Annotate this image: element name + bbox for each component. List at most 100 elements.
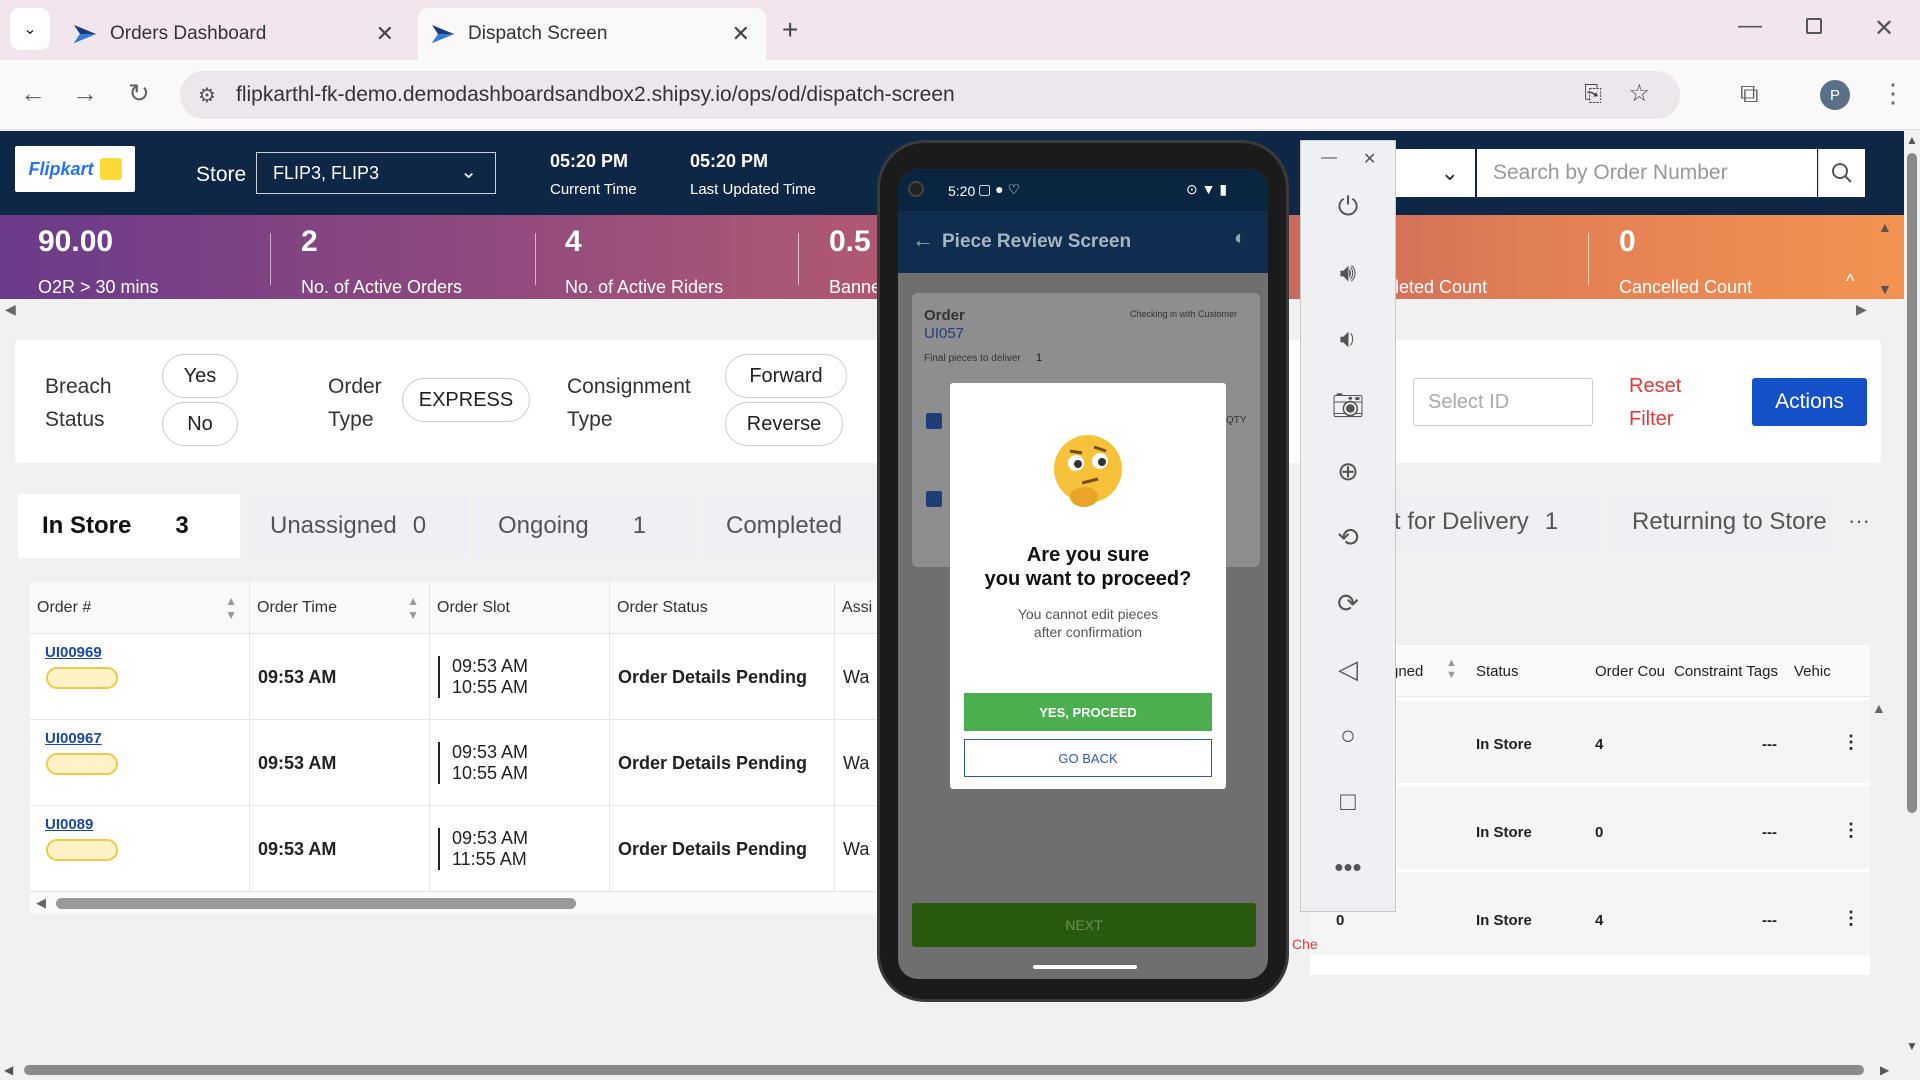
col-order-time[interactable]: Order Time ▲ ▼ [250, 582, 430, 634]
sort-icon[interactable]: ▲ ▼ [1446, 657, 1457, 681]
browser-menu-icon[interactable]: ⋮ [1880, 78, 1906, 109]
stats-scroll-up-icon[interactable]: ▲ [1878, 219, 1892, 235]
site-info-icon[interactable]: ⚙ [198, 83, 216, 108]
emulator-close-icon[interactable]: ✕ [1363, 149, 1376, 169]
row-menu-icon[interactable]: ⋮ [1842, 732, 1860, 753]
android-overview-icon[interactable]: □ [1330, 783, 1366, 819]
tab-orders-dashboard[interactable]: Orders Dashboard ✕ [60, 8, 410, 60]
row-menu-icon[interactable]: ⋮ [1842, 908, 1860, 929]
col-order-slot: Order Slot [430, 582, 610, 634]
go-back-button[interactable]: GO BACK [964, 739, 1212, 777]
store-select[interactable]: FLIP3, FLIP3 ⌄ [256, 152, 496, 194]
new-tab-icon[interactable]: + [782, 14, 798, 46]
horizontal-scroll-thumb[interactable] [24, 1065, 1864, 1075]
consignment-reverse-chip[interactable]: Reverse [725, 402, 843, 446]
back-icon[interactable]: ← [20, 78, 46, 109]
sort-icon[interactable]: ▲ ▼ [225, 594, 237, 622]
breach-no-chip[interactable]: No [162, 402, 238, 446]
table-row[interactable]: UI00969 09:53 AM 09:53 AM 10:55 AM Order … [30, 634, 880, 720]
tab-search-button[interactable]: ⌄ [10, 8, 50, 50]
url-bar[interactable]: ⚙ flipkarthl-fk-demo.demodashboardsandbo… [180, 71, 1680, 119]
close-tab-icon[interactable]: ✕ [376, 21, 394, 47]
flipkart-logo: Flipkart [15, 146, 135, 192]
piece-checkbox-1[interactable] [926, 413, 942, 429]
col-order-count-header: Order Cou [1595, 663, 1666, 680]
select-id-input[interactable]: Select ID [1413, 378, 1593, 426]
phone-status-bar: 5:20 ▢ ● ♡ ⊙ ▼ ▮ [898, 169, 1268, 211]
minimize-window-icon[interactable]: — [1738, 12, 1762, 40]
order-search-input[interactable]: Search by Order Number [1477, 149, 1817, 197]
extensions-icon[interactable]: ⧉ [1740, 78, 1759, 110]
table-row[interactable]: UI00967 09:53 AM 09:53 AM 10:55 AM Order … [30, 720, 880, 806]
rotate-right-icon[interactable]: ⟳ [1330, 585, 1366, 621]
scroll-left-icon[interactable]: ◀ [5, 301, 16, 318]
android-back-icon[interactable]: ◁ [1330, 651, 1366, 687]
scroll-right-icon[interactable]: ▶ [1880, 1063, 1889, 1077]
row-menu-icon[interactable]: ⋮ [1842, 820, 1860, 841]
profile-avatar[interactable]: P [1820, 80, 1850, 110]
back-arrow-icon[interactable]: ← [912, 227, 934, 253]
scroll-left-icon[interactable]: ◀ [4, 1063, 13, 1077]
reset-filter-button[interactable]: Reset Filter [1629, 370, 1681, 436]
zoom-icon[interactable]: ⊕ [1330, 453, 1366, 489]
install-app-icon[interactable]: ⎘ [1584, 81, 1602, 107]
order-link[interactable]: UI00969 [45, 644, 102, 661]
close-window-icon[interactable]: ✕ [1874, 14, 1894, 43]
emulator-minimize-icon[interactable]: — [1321, 149, 1337, 167]
col-order-number[interactable]: Order # ▲ ▼ [30, 582, 250, 634]
rider-constraint-tags: --- [1762, 912, 1777, 929]
search-type-dropdown[interactable]: ⌄ [1395, 149, 1475, 197]
bookmark-star-icon[interactable]: ☆ [1628, 79, 1650, 108]
more-options-icon[interactable]: ••• [1330, 849, 1366, 885]
stats-scroll-down-icon[interactable]: ▼ [1878, 281, 1892, 297]
scroll-right-icon[interactable]: ▶ [1856, 301, 1867, 318]
order-link[interactable]: UI0089 [45, 816, 93, 833]
order-link[interactable]: UI00967 [45, 730, 102, 747]
restore-window-icon[interactable] [1806, 18, 1822, 34]
next-button[interactable]: NEXT [912, 903, 1256, 947]
tab-title: Dispatch Screen [468, 23, 608, 44]
headset-icon[interactable]: ◐ [1234, 227, 1246, 250]
close-tab-icon[interactable]: ✕ [732, 21, 750, 47]
vertical-scroll-thumb[interactable] [1907, 153, 1917, 813]
order-type-express-chip[interactable]: EXPRESS [402, 378, 530, 422]
camera-icon[interactable]: 📷︎ [1330, 387, 1366, 423]
table-hscroll[interactable]: ◀ [30, 892, 880, 914]
volume-down-icon[interactable]: 🔉︎ [1330, 321, 1366, 357]
tab-in-store[interactable]: In Store 3 [18, 494, 240, 558]
consignment-forward-chip[interactable]: Forward [725, 354, 847, 398]
scroll-down-icon[interactable]: ▼ [1906, 1039, 1918, 1053]
thinking-face-icon [1054, 435, 1122, 507]
power-icon[interactable]: ⏻ [1330, 189, 1366, 225]
gesture-bar[interactable] [1033, 965, 1137, 969]
consignment-type-label: Consignment Type [567, 375, 691, 431]
piece-checkbox-2[interactable] [926, 491, 942, 507]
android-home-icon[interactable]: ○ [1330, 717, 1366, 753]
search-button[interactable] [1818, 149, 1865, 197]
page-horizontal-scrollbar[interactable]: ◀ ▶ [0, 1060, 1904, 1080]
table-scroll-thumb[interactable] [56, 898, 576, 909]
tab-unassigned[interactable]: Unassigned 0 [246, 494, 468, 558]
scroll-left-icon[interactable]: ◀ [36, 895, 46, 911]
volume-up-icon[interactable]: 🔊︎ [1330, 255, 1366, 291]
breach-yes-chip[interactable]: Yes [162, 354, 238, 398]
order-slot: 09:53 AM 10:55 AM [438, 742, 528, 784]
scroll-up-icon[interactable]: ▲ [1906, 133, 1918, 147]
tab-out-for-delivery[interactable]: t for Delivery 1 [1380, 494, 1602, 550]
yes-proceed-button[interactable]: YES, PROCEED [964, 693, 1212, 731]
actions-button[interactable]: Actions [1752, 378, 1867, 426]
sort-icon[interactable]: ▲ ▼ [407, 594, 419, 622]
status-notification-icons: ▢ ● ♡ [978, 181, 1021, 197]
tab-returning-to-store[interactable]: Returning to Store [1608, 494, 1830, 550]
forward-icon[interactable]: → [72, 78, 98, 109]
tab-completed[interactable]: Completed [702, 494, 882, 558]
more-tabs-icon[interactable]: ··· [1848, 508, 1870, 534]
tab-dispatch-screen[interactable]: Dispatch Screen ✕ [418, 8, 766, 60]
page-vertical-scrollbar[interactable]: ▲ ▼ [1904, 131, 1920, 1080]
reload-icon[interactable]: ↻ [128, 78, 150, 109]
tab-ongoing[interactable]: Ongoing 1 [474, 494, 696, 558]
riders-scroll-up-icon[interactable]: ▲ [1872, 700, 1886, 716]
table-row[interactable]: UI0089 09:53 AM 09:53 AM 11:55 AM Order D… [30, 806, 880, 892]
collapse-stats-icon[interactable]: ^ [1846, 271, 1854, 292]
rotate-left-icon[interactable]: ⟲ [1330, 519, 1366, 555]
